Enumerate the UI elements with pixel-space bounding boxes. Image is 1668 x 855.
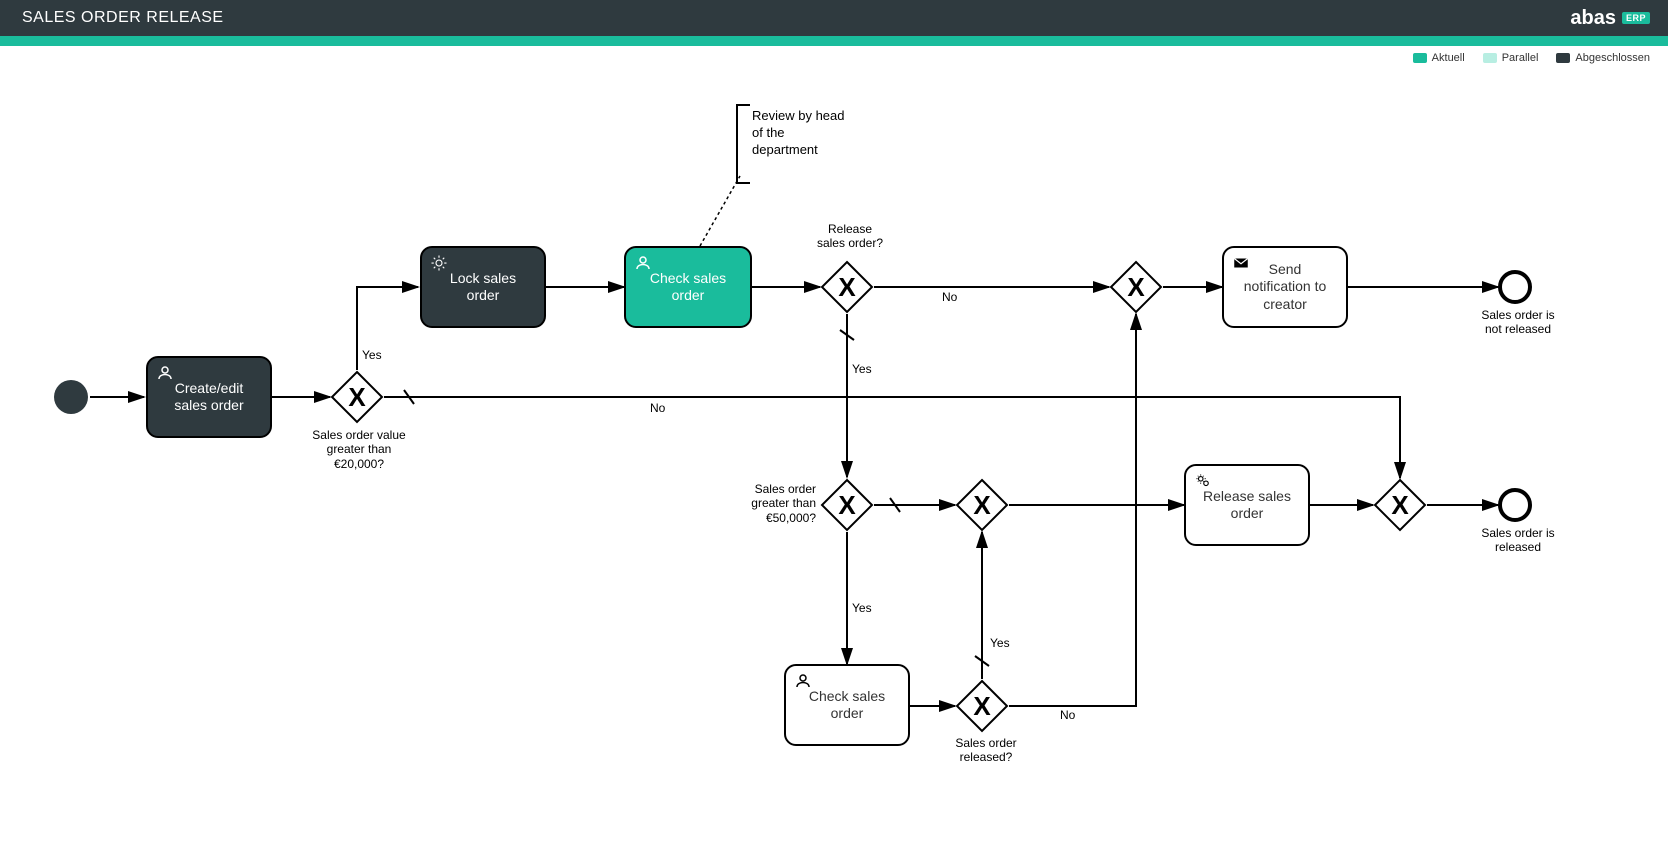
- gateway-merge-top[interactable]: X: [1109, 260, 1163, 314]
- task-release-label: Release sales order: [1203, 488, 1291, 523]
- gateway-released-question[interactable]: X: [955, 679, 1009, 733]
- app-header: SALES ORDER RELEASE abas ERP: [0, 0, 1668, 36]
- diagram-canvas: Create/edit sales order X Sales order va…: [0, 46, 1668, 855]
- svg-text:X: X: [1391, 490, 1409, 520]
- svg-text:X: X: [973, 490, 991, 520]
- brand-name: abas: [1570, 7, 1616, 30]
- user-task-icon: [156, 364, 174, 382]
- end-event-released[interactable]: [1498, 488, 1532, 522]
- svg-text:X: X: [838, 272, 856, 302]
- gateway-merge-mid[interactable]: X: [955, 478, 1009, 532]
- svg-text:X: X: [348, 382, 366, 412]
- mail-icon: [1232, 254, 1250, 272]
- accent-bar: [0, 36, 1668, 46]
- edge-yes-20k: Yes: [362, 348, 382, 362]
- task-notify-label: Send notification to creator: [1244, 261, 1327, 314]
- gateway-released-label: Sales order released?: [946, 736, 1026, 765]
- gateway-release-question[interactable]: X: [820, 260, 874, 314]
- task-check-1-label: Check sales order: [650, 270, 726, 305]
- end-event-not-released[interactable]: [1498, 270, 1532, 304]
- task-check-2[interactable]: Check sales order: [784, 664, 910, 746]
- user-task-icon: [794, 672, 812, 690]
- task-notify[interactable]: Send notification to creator: [1222, 246, 1348, 328]
- task-create-edit-label: Create/edit sales order: [174, 380, 243, 415]
- brand: abas ERP: [1570, 7, 1650, 30]
- gateway-50k-label: Sales order greater than €50,000?: [730, 482, 816, 525]
- task-lock-order[interactable]: Lock sales order: [420, 246, 546, 328]
- task-lock-label: Lock sales order: [450, 270, 516, 305]
- gateway-20k-label: Sales order value greater than €20,000?: [304, 428, 414, 471]
- brand-badge: ERP: [1622, 12, 1650, 24]
- gateway-merge-release[interactable]: X: [1373, 478, 1427, 532]
- task-create-edit[interactable]: Create/edit sales order: [146, 356, 272, 438]
- service-task-icon: [1194, 472, 1212, 490]
- user-task-icon: [634, 254, 652, 272]
- edge-yes-released: Yes: [990, 636, 1010, 650]
- page-title: SALES ORDER RELEASE: [22, 9, 224, 27]
- start-event[interactable]: [54, 380, 88, 414]
- end-not-released-label: Sales order is not released: [1470, 308, 1566, 337]
- annotation-bracket: [736, 104, 750, 184]
- edge-no-released: No: [1060, 708, 1075, 722]
- task-release-order[interactable]: Release sales order: [1184, 464, 1310, 546]
- gateway-value-20k[interactable]: X: [330, 370, 384, 424]
- gateway-release-label: Release sales order?: [810, 222, 890, 251]
- svg-text:X: X: [973, 691, 991, 721]
- task-check-2-label: Check sales order: [809, 688, 885, 723]
- end-released-label: Sales order is released: [1470, 526, 1566, 555]
- svg-text:X: X: [1127, 272, 1145, 302]
- service-task-icon: [430, 254, 448, 272]
- gateway-50k[interactable]: X: [820, 478, 874, 532]
- edge-no-release: No: [942, 290, 957, 304]
- task-check-1[interactable]: Check sales order: [624, 246, 752, 328]
- edge-yes-50k: Yes: [852, 601, 872, 615]
- edge-no-20k: No: [650, 401, 665, 415]
- svg-text:X: X: [838, 490, 856, 520]
- edge-yes-release: Yes: [852, 362, 872, 376]
- annotation-text: Review by head of the department: [752, 108, 872, 159]
